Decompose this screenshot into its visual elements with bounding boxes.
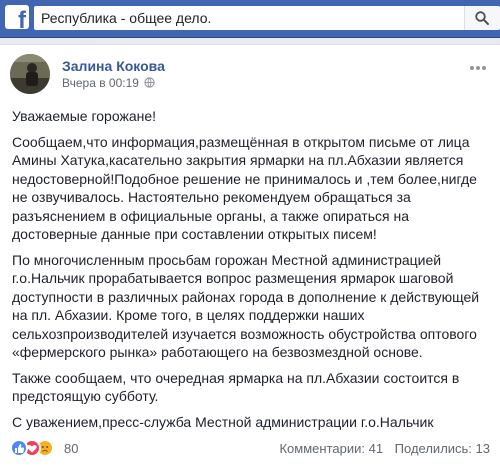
post-card: Залина Кокова Вчера в 00:19 Уважаемые го… [0, 44, 500, 469]
post-meta: Вчера в 00:19 [62, 76, 155, 90]
post-paragraph: Также сообщаем, что очередная ярмарка на… [12, 369, 460, 405]
top-navigation-bar: f Республика - общее дело. [0, 0, 500, 38]
post-paragraph: Сообщаем,что информация,размещённая в от… [12, 133, 477, 243]
facebook-logo-icon[interactable]: f [5, 5, 29, 29]
reactions-count: 80 [64, 441, 79, 456]
more-options-icon[interactable] [470, 57, 490, 70]
post-paragraph: С уважением,пресс-служба Местной админис… [12, 413, 434, 430]
avatar-image [10, 54, 50, 94]
search-icon [475, 11, 489, 25]
post-paragraph: По многочисленным просьбам горожан Местн… [12, 251, 480, 361]
post-footer: 80 Комментарии: 41 Поделились: 13 [0, 439, 500, 469]
post-body: Уважаемые горожане! Сообщаем,что информа… [12, 107, 490, 438]
search-input-value: Республика - общее дело. [41, 10, 212, 26]
post-author-name[interactable]: Залина Кокова [62, 58, 165, 74]
shares-count-link[interactable]: Поделились: 13 [395, 441, 490, 456]
post-timestamp[interactable]: Вчера в 00:19 [62, 76, 139, 90]
post-paragraph: Уважаемые горожане! [12, 108, 157, 124]
post-stats: Комментарии: 41 Поделились: 13 [279, 441, 490, 456]
avatar[interactable] [10, 54, 50, 94]
globe-icon [144, 77, 155, 88]
comments-count-link[interactable]: Комментарии: 41 [279, 441, 383, 456]
like-icon [10, 439, 28, 457]
search-button[interactable] [464, 6, 500, 30]
search-input[interactable]: Республика - общее дело. [34, 6, 464, 30]
